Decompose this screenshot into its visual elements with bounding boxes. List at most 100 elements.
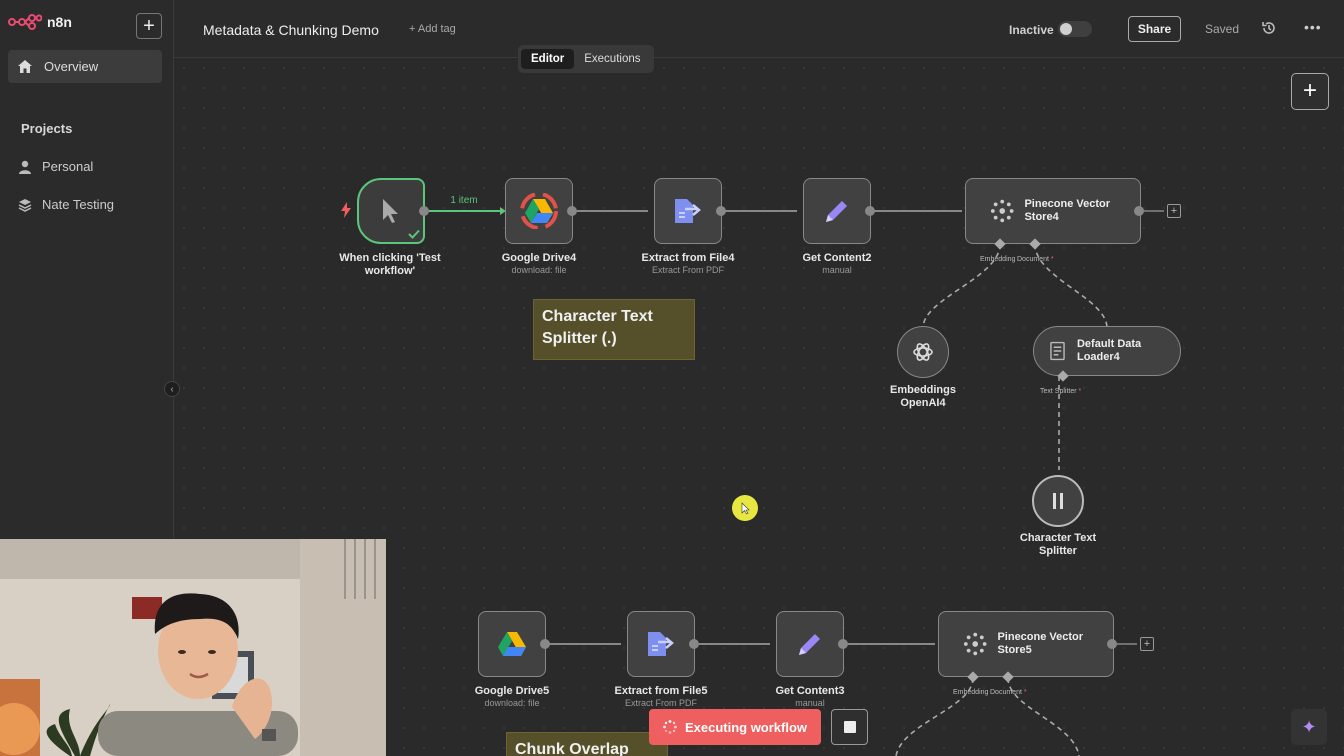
mouse-cursor-highlight bbox=[732, 495, 758, 521]
node-google-drive4[interactable] bbox=[505, 178, 573, 244]
node-subtitle: Extract From PDF bbox=[624, 698, 697, 708]
node-subtitle: download: file bbox=[484, 698, 540, 708]
node-label: When clicking 'Test workflow' bbox=[339, 252, 441, 277]
create-button[interactable]: + bbox=[136, 13, 162, 39]
node-label: Google Drive5 bbox=[474, 685, 550, 697]
output-port[interactable] bbox=[540, 639, 550, 649]
chevron-left-icon: ‹ bbox=[170, 383, 174, 395]
output-port[interactable] bbox=[689, 639, 699, 649]
output-port[interactable] bbox=[567, 206, 577, 216]
node-label: Extract from File4 bbox=[641, 252, 735, 264]
view-tabs: Editor Executions bbox=[518, 45, 654, 73]
node-label: Google Drive4 bbox=[501, 252, 577, 264]
file-extract-icon bbox=[648, 632, 674, 656]
history-icon[interactable] bbox=[1260, 19, 1278, 37]
executing-label: Executing workflow bbox=[684, 719, 808, 735]
webcam-video-frame bbox=[0, 539, 386, 756]
node-subtitle: manual bbox=[795, 698, 825, 708]
node-label: Extract from File5 bbox=[614, 685, 708, 697]
pinecone-icon bbox=[963, 632, 987, 656]
collapse-sidebar-button[interactable]: ‹ bbox=[164, 381, 180, 397]
sticky-note-splitter[interactable]: Character Text Splitter (.) bbox=[533, 299, 695, 360]
more-options-icon[interactable]: ••• bbox=[1304, 19, 1322, 35]
active-toggle[interactable] bbox=[1058, 21, 1092, 37]
openai-icon bbox=[913, 343, 933, 361]
node-extract-from-file4[interactable] bbox=[654, 178, 722, 244]
plus-icon: + bbox=[1302, 77, 1317, 104]
google-drive-icon bbox=[520, 193, 558, 229]
sidebar-item-overview[interactable]: Overview bbox=[8, 50, 162, 83]
node-label: Pinecone Vector Store4 bbox=[1024, 198, 1111, 223]
output-port[interactable] bbox=[419, 206, 429, 216]
node-get-content2[interactable] bbox=[803, 178, 871, 244]
node-label: Pinecone Vector Store5 bbox=[997, 631, 1084, 656]
app-window: n8n + Overview Projects Personal Nate Te… bbox=[0, 0, 1344, 756]
stop-execution-button[interactable] bbox=[831, 709, 868, 745]
node-label: Get Content3 bbox=[775, 685, 845, 697]
sidebar-item-personal[interactable]: Personal bbox=[18, 159, 93, 174]
home-icon bbox=[18, 60, 32, 73]
sticky-note-overlap[interactable]: Chunk Overlap bbox=[506, 732, 668, 756]
plus-icon: + bbox=[143, 15, 155, 37]
add-next-node-button[interactable]: + bbox=[1140, 637, 1154, 651]
port-label-document: Document * bbox=[990, 689, 1027, 696]
sidebar-item-label: Personal bbox=[42, 159, 94, 174]
file-extract-icon bbox=[675, 199, 701, 223]
sidebar-item-label: Overview bbox=[44, 59, 99, 74]
pinecone-icon bbox=[990, 199, 1014, 223]
node-character-text-splitter[interactable] bbox=[1032, 475, 1084, 527]
tab-executions[interactable]: Executions bbox=[574, 49, 650, 69]
webcam-overlay bbox=[0, 539, 386, 756]
pause-icon bbox=[1053, 493, 1063, 509]
node-embeddings-openai4[interactable] bbox=[897, 326, 949, 378]
output-port[interactable] bbox=[865, 206, 875, 216]
spinner-icon bbox=[663, 720, 677, 734]
port-label-embedding: Embedding bbox=[953, 689, 989, 696]
add-next-node-button[interactable]: + bbox=[1167, 204, 1181, 218]
node-get-content3[interactable] bbox=[776, 611, 844, 677]
pencil-icon bbox=[799, 634, 820, 655]
node-pinecone-vector-store4[interactable]: Pinecone Vector Store4 bbox=[965, 178, 1141, 244]
share-button[interactable]: Share bbox=[1128, 16, 1181, 42]
output-port[interactable] bbox=[716, 206, 726, 216]
node-extract-from-file5[interactable] bbox=[627, 611, 695, 677]
saved-status: Saved bbox=[1205, 22, 1240, 36]
projects-heading: Projects bbox=[21, 121, 73, 136]
tab-editor[interactable]: Editor bbox=[521, 49, 575, 69]
node-label: Get Content2 bbox=[802, 252, 872, 264]
node-manual-trigger[interactable] bbox=[357, 178, 425, 244]
port-label-embedding: Embedding bbox=[980, 256, 1016, 263]
top-bar: Metadata & Chunking Demo + Add tag Inact… bbox=[174, 0, 1344, 58]
cursor-icon bbox=[741, 502, 750, 515]
output-port[interactable] bbox=[1134, 206, 1144, 216]
node-subtitle: Extract From PDF bbox=[651, 265, 724, 275]
node-subtitle: download: file bbox=[511, 265, 567, 275]
port-label-document: Document * bbox=[1017, 256, 1054, 263]
lightning-icon bbox=[341, 202, 351, 218]
sidebar-item-nate-testing[interactable]: Nate Testing bbox=[18, 197, 114, 212]
sidebar-item-label: Nate Testing bbox=[42, 197, 115, 212]
cursor-icon bbox=[383, 199, 398, 223]
ai-assistant-button[interactable]: ✦ bbox=[1291, 709, 1327, 745]
logo-text: n8n bbox=[47, 14, 72, 30]
node-google-drive5[interactable] bbox=[478, 611, 546, 677]
add-node-button[interactable]: + bbox=[1291, 73, 1329, 110]
node-default-data-loader4[interactable]: Default Data Loader4 bbox=[1033, 326, 1181, 376]
layers-icon bbox=[18, 198, 32, 212]
output-port[interactable] bbox=[838, 639, 848, 649]
pencil-icon bbox=[826, 201, 847, 222]
check-icon bbox=[408, 229, 420, 239]
node-pinecone-vector-store5[interactable]: Pinecone Vector Store5 bbox=[938, 611, 1114, 677]
node-subtitle: manual bbox=[822, 265, 852, 275]
add-tag-button[interactable]: + Add tag bbox=[409, 23, 456, 35]
workflow-title[interactable]: Metadata & Chunking Demo bbox=[203, 22, 379, 38]
google-drive-icon bbox=[498, 632, 526, 656]
logo[interactable]: n8n bbox=[8, 14, 72, 30]
executing-workflow-button[interactable]: Executing workflow bbox=[649, 709, 821, 745]
stop-icon bbox=[843, 721, 856, 733]
user-icon bbox=[19, 160, 31, 174]
output-port[interactable] bbox=[1107, 639, 1117, 649]
node-label: Embeddings OpenAI4 bbox=[889, 384, 956, 409]
port-label-text-splitter: Text Splitter * bbox=[1040, 388, 1082, 395]
node-label: Character Text Splitter bbox=[1019, 532, 1097, 557]
